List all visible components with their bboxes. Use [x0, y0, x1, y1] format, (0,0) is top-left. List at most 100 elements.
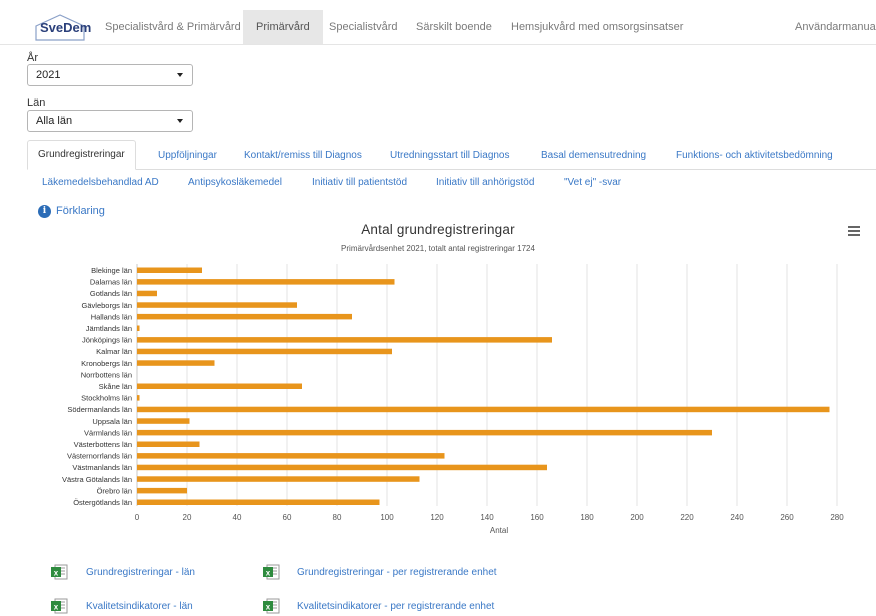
tab-basal-demensutredning[interactable]: Basal demensutredning [541, 150, 646, 161]
x-tick-label: 180 [580, 513, 594, 522]
y-tick-label: Uppsala län [92, 417, 132, 426]
y-tick-label: Västernorrlands län [67, 452, 132, 461]
bar [137, 325, 140, 331]
chevron-down-icon [177, 73, 183, 77]
forklaring-link[interactable]: Förklaring [56, 205, 105, 217]
x-tick-label: 20 [183, 513, 192, 522]
bar [137, 429, 712, 436]
download-grundregistreringar-lan[interactable]: Grundregistreringar - län [86, 567, 195, 578]
x-tick-label: 60 [283, 513, 292, 522]
bar [137, 476, 420, 482]
svg-text:x: x [266, 569, 271, 578]
excel-icon[interactable]: x [50, 598, 68, 614]
x-tick-label: 120 [430, 513, 444, 522]
y-tick-label: Kalmar län [96, 347, 132, 356]
tabs-row-2: Läkemedelsbehandlad AD Antipsykosläkemed… [27, 177, 876, 193]
bar [137, 383, 302, 389]
bar [137, 487, 187, 494]
info-icon[interactable]: i [38, 205, 51, 218]
y-tick-label: Gävleborgs län [82, 301, 132, 310]
bar [137, 267, 202, 273]
county-select[interactable]: Alla län [27, 110, 193, 132]
y-tick-label: Gotlands län [90, 289, 132, 298]
bar [137, 441, 200, 447]
tab-initiativ-patientstod[interactable]: Initiativ till patientstöd [312, 177, 407, 188]
excel-icon[interactable]: x [262, 564, 280, 580]
y-tick-label: Jämtlands län [86, 324, 132, 333]
tab-initiativ-anhorigstod[interactable]: Initiativ till anhörigstöd [436, 177, 534, 188]
bar [137, 453, 445, 459]
nav-divider [0, 44, 876, 45]
chart-subtitle: Primärvårdsenhet 2021, totalt antal regi… [341, 244, 535, 253]
nav-item-specialistvard[interactable]: Specialistvård [329, 10, 397, 44]
y-tick-label: Blekinge län [91, 266, 132, 275]
chart-title: Antal grundregistreringar [361, 222, 515, 237]
bar [137, 279, 395, 285]
tab-vet-ej-svar[interactable]: "Vet ej" -svar [564, 177, 621, 188]
chevron-down-icon [177, 119, 183, 123]
x-tick-label: 240 [730, 513, 744, 522]
y-tick-label: Norrbottens län [81, 370, 132, 379]
bar [137, 290, 157, 297]
y-tick-label: Västerbottens län [74, 440, 132, 449]
county-label: Län [27, 97, 46, 109]
tab-funktions-aktivitetsbedomning[interactable]: Funktions- och aktivitetsbedömning [676, 150, 833, 161]
x-tick-label: 220 [680, 513, 694, 522]
bar [137, 406, 830, 413]
top-navigation: SveDem Specialistvård & Primärvård Primä… [0, 10, 876, 44]
y-tick-label: Stockholms län [81, 394, 132, 403]
bar [137, 360, 215, 366]
bar [137, 348, 392, 355]
tab-grundregistreringar[interactable]: Grundregistreringar [27, 140, 136, 170]
y-tick-label: Hallands län [91, 312, 132, 321]
tab-kontakt-remiss[interactable]: Kontakt/remiss till Diagnos [244, 150, 362, 161]
year-label: År [27, 52, 38, 64]
year-select-value: 2021 [36, 69, 61, 81]
nav-item-sarskilt-boende[interactable]: Särskilt boende [416, 10, 492, 44]
bar [137, 499, 380, 505]
download-kvalitetsindikatorer-enhet[interactable]: Kvalitetsindikatorer - per registrerande… [297, 601, 494, 612]
y-tick-label: Värmlands län [84, 428, 132, 437]
svg-text:x: x [54, 603, 59, 612]
nav-item-hemsjukvard[interactable]: Hemsjukvård med omsorgsinsatser [511, 10, 683, 44]
logo-text: SveDem [40, 20, 92, 35]
svedem-logo[interactable]: SveDem [32, 12, 92, 42]
tabs-row-1: Grundregistreringar Uppföljningar Kontak… [27, 140, 876, 170]
bar [137, 313, 352, 320]
y-tick-label: Kronobergs län [81, 359, 132, 368]
bar-chart: 0 20 40 60 80 100 120 140 160 180 200 220 240 260 280 B… [62, 264, 844, 535]
bar [137, 418, 190, 424]
excel-icon[interactable]: x [50, 564, 68, 580]
tab-lakemedelsbehandlad-ad[interactable]: Läkemedelsbehandlad AD [42, 177, 159, 188]
y-tick-label: Östergötlands län [73, 498, 132, 507]
nav-item-primarvard[interactable]: Primärvård [243, 10, 323, 44]
tab-antipsykoslakemedel[interactable]: Antipsykosläkemedel [188, 177, 282, 188]
year-select[interactable]: 2021 [27, 64, 193, 86]
hamburger-menu-icon[interactable] [848, 226, 860, 236]
x-tick-label: 280 [830, 513, 844, 522]
x-tick-label: 140 [480, 513, 494, 522]
x-axis-title: Antal [490, 526, 508, 535]
bar [137, 337, 552, 343]
y-tick-label: Dalarnas län [90, 278, 132, 287]
excel-icon[interactable]: x [262, 598, 280, 614]
x-tick-label: 200 [630, 513, 644, 522]
bar [137, 464, 547, 471]
tab-uppfoljningar[interactable]: Uppföljningar [158, 150, 217, 161]
x-tick-label: 100 [380, 513, 394, 522]
y-tick-label: Södermanlands län [67, 405, 132, 414]
tab-utredningsstart[interactable]: Utredningsstart till Diagnos [390, 150, 510, 161]
x-tick-label: 0 [135, 513, 140, 522]
nav-item-specialistvard-primarvard[interactable]: Specialistvård & Primärvård [105, 10, 241, 44]
download-kvalitetsindikatorer-lan[interactable]: Kvalitetsindikatorer - län [86, 601, 193, 612]
x-tick-label: 40 [233, 513, 242, 522]
y-tick-label: Västmanlands län [72, 463, 132, 472]
download-grundregistreringar-enhet[interactable]: Grundregistreringar - per registrerande … [297, 567, 497, 578]
x-tick-label: 80 [333, 513, 342, 522]
bar [137, 395, 140, 401]
nav-item-anvandarmanual[interactable]: Användarmanual [795, 10, 876, 44]
y-tick-label: Skåne län [99, 382, 132, 391]
x-tick-label: 260 [780, 513, 794, 522]
y-tick-label: Västra Götalands län [62, 475, 132, 484]
y-tick-label: Örebro län [97, 486, 132, 495]
